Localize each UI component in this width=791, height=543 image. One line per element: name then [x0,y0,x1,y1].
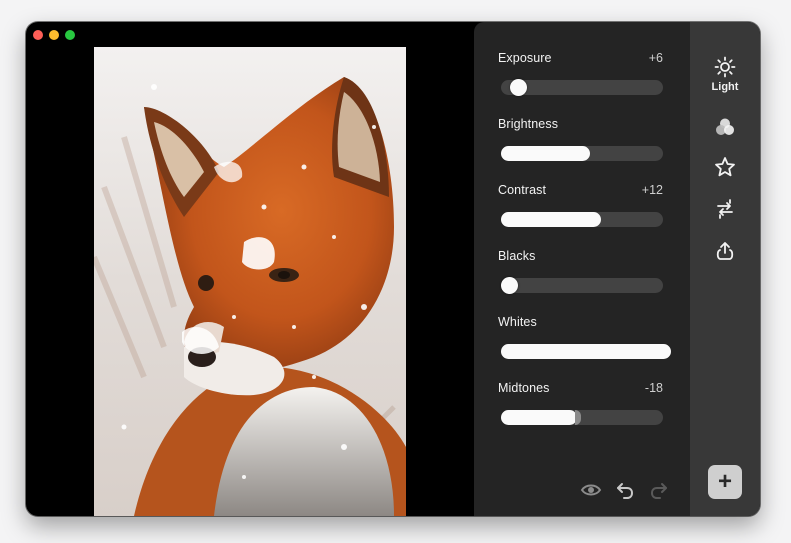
sidebar-item-color[interactable] [690,116,760,138]
slider-label: Midtones [498,381,550,395]
photo-preview [94,47,406,516]
adjustments-panel: Exposure +6 Brightness Contrast +12 Blacks Whi… [474,22,692,516]
close-button[interactable] [33,30,43,40]
sidebar-item-label: Light [711,81,739,93]
add-button[interactable]: + [708,465,742,499]
star-icon [715,157,735,177]
minimize-button[interactable] [49,30,59,40]
fox-photo [94,47,406,516]
slider-track[interactable] [501,146,663,161]
slider-fill [501,146,590,161]
sidebar-item-crop[interactable] [690,198,760,220]
color-circles-icon [716,118,734,135]
panel-toolbar [580,479,670,501]
traffic-lights [33,30,75,40]
eye-icon[interactable] [580,479,602,501]
slider-fill [501,410,577,425]
crop-rotate-icon [717,199,733,219]
sidebar-item-effects[interactable] [690,156,760,178]
sidebar-item-export[interactable] [690,240,760,262]
zoom-button[interactable] [65,30,75,40]
sun-icon [714,56,736,78]
slider-fill [501,212,601,227]
slider-track[interactable] [501,212,663,227]
slider-track[interactable] [501,344,671,359]
redo-icon[interactable] [648,479,670,501]
tool-sidebar: Light + [690,22,760,516]
slider-fill-edge [575,410,581,425]
slider-label: Whites [498,315,537,329]
export-icon [716,242,734,260]
app-window: Exposure +6 Brightness Contrast +12 Blacks Whi… [26,22,760,516]
slider-thumb[interactable] [501,277,518,294]
slider-label: Contrast [498,183,547,197]
slider-track[interactable] [501,277,663,294]
sidebar-item-light[interactable]: Light [690,56,760,93]
slider-track[interactable] [501,79,663,96]
slider-label: Blacks [498,249,536,263]
slider-thumb[interactable] [510,79,527,96]
slider-label: Brightness [498,117,559,131]
slider-fill [501,344,671,359]
undo-icon[interactable] [614,479,636,501]
slider-track[interactable] [501,410,663,425]
slider-value: -18 [644,381,663,395]
slider-label: Exposure [498,51,552,65]
slider-value: +6 [648,51,663,65]
slider-value: +12 [641,183,663,197]
